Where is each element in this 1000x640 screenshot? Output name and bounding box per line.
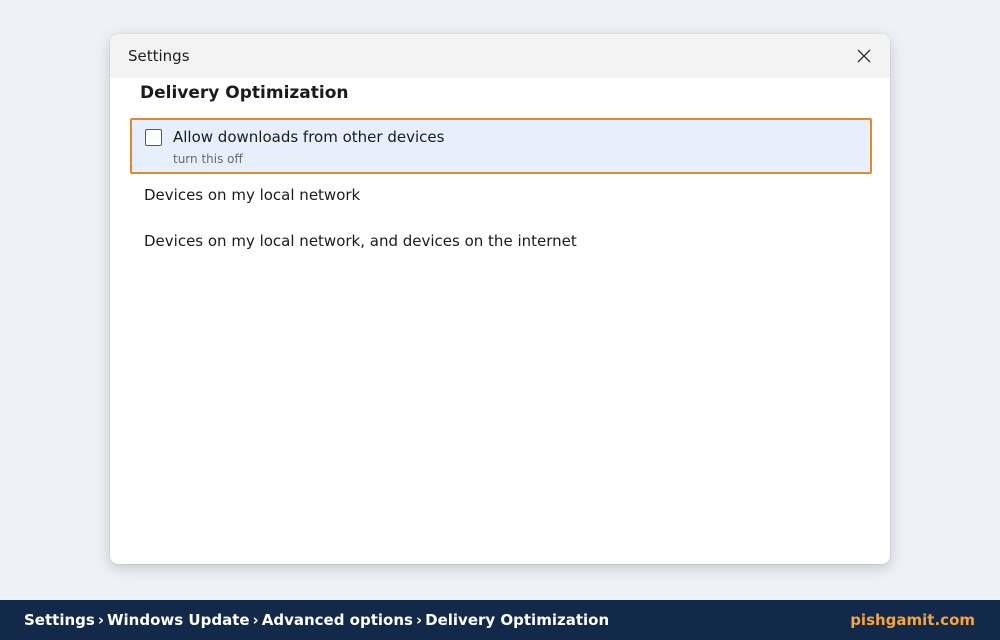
breadcrumb-item: Windows Update <box>107 611 250 629</box>
brand-watermark: pishgamit.com <box>850 611 975 629</box>
settings-window: Settings Delivery Optimization Allow dow… <box>110 34 890 564</box>
option-local-network[interactable]: Devices on my local network <box>144 186 360 204</box>
breadcrumb-separator: › <box>415 611 423 629</box>
window-title: Settings <box>128 47 190 65</box>
close-button[interactable] <box>850 42 878 70</box>
close-icon <box>857 49 871 63</box>
allow-downloads-label: Allow downloads from other devices <box>173 128 445 146</box>
breadcrumb-separator: › <box>97 611 104 629</box>
breadcrumb-item: Delivery Optimization <box>425 611 610 629</box>
breadcrumb-separator: › <box>252 611 259 629</box>
title-bar: Settings <box>110 34 890 78</box>
breadcrumb-footer: Settings › Windows Update › Advanced options… <box>0 600 1000 640</box>
breadcrumb-item: Advanced options <box>261 611 413 629</box>
breadcrumb-item: Settings <box>24 611 95 629</box>
option-local-and-internet[interactable]: Devices on my local network, and devices… <box>144 232 577 250</box>
allow-downloads-hint: turn this off <box>173 152 243 166</box>
section-heading: Delivery Optimization <box>140 83 349 103</box>
allow-downloads-option[interactable]: Allow downloads from other devices turn … <box>130 118 872 174</box>
allow-downloads-checkbox[interactable] <box>145 129 162 146</box>
breadcrumb: Settings › Windows Update › Advanced options… <box>24 611 609 629</box>
